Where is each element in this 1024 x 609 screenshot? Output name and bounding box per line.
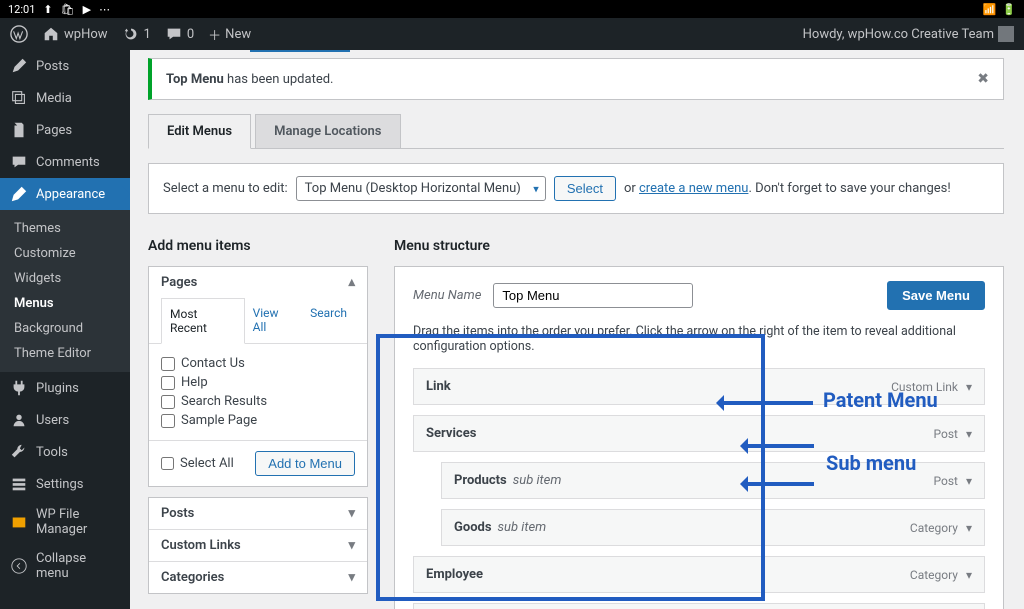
menu-structure-item[interactable]: LinkCustom Link▾ — [413, 368, 985, 405]
nav-tabs: Edit Menus Manage Locations — [148, 114, 1004, 149]
howdy-link[interactable]: Howdy, wpHow.co Creative Team — [803, 26, 1014, 42]
chevron-down-icon: ▾ — [348, 506, 355, 521]
page-checkbox-contact[interactable]: Contact Us — [161, 354, 355, 373]
appearance-submenu: Themes Customize Widgets Menus Backgroun… — [0, 210, 130, 372]
menu-structure-panel: Menu Name Save Menu Drag the items into … — [394, 266, 1004, 609]
collapsed-panels: Posts▾ Custom Links▾ Categories▾ — [148, 497, 368, 594]
menu-selector-dropdown[interactable]: Top Menu (Desktop Horizontal Menu) — [296, 176, 546, 201]
menu-structure-item[interactable]: Contact UsPage▾ — [413, 603, 985, 609]
chevron-down-icon: ▾ — [966, 474, 972, 488]
select-menu-label: Select a menu to edit: — [163, 181, 288, 196]
sidebar-item-settings[interactable]: Settings — [0, 468, 130, 500]
sidebar-item-tools[interactable]: Tools — [0, 436, 130, 468]
categories-panel-toggle[interactable]: Categories▾ — [149, 561, 367, 593]
pages-tab-most-recent[interactable]: Most Recent — [161, 298, 245, 344]
sidebar-item-pages[interactable]: Pages — [0, 114, 130, 146]
sidebar-collapse[interactable]: Collapse menu — [0, 544, 130, 588]
admin-sidebar: Posts Media Pages Comments Appearance Th… — [0, 50, 130, 609]
sidebar-item-posts[interactable]: Posts — [0, 50, 130, 82]
posts-panel-toggle[interactable]: Posts▾ — [149, 498, 367, 529]
battery-icon: 🔋 — [1002, 3, 1016, 16]
chevron-down-icon: ▾ — [966, 427, 972, 441]
content-area: Top Menu has been updated. ✖ Edit Menus … — [130, 50, 1024, 609]
tab-edit-menus[interactable]: Edit Menus — [148, 114, 251, 149]
drag-hint-text: Drag the items into the order you prefer… — [413, 324, 985, 354]
menu-structure-item[interactable]: ServicesPost▾ — [413, 415, 985, 452]
success-notice: Top Menu has been updated. ✖ — [148, 58, 1004, 100]
submenu-menus[interactable]: Menus — [0, 291, 130, 316]
menu-structure-item[interactable]: Productssub itemPost▾ — [441, 462, 985, 499]
page-checkbox-search-results[interactable]: Search Results — [161, 392, 355, 411]
avatar — [998, 26, 1014, 42]
pages-tab-search[interactable]: Search — [302, 298, 355, 343]
add-new-link[interactable]: ＋New — [208, 25, 251, 44]
save-menu-button[interactable]: Save Menu — [887, 281, 985, 310]
device-status-bar: 12:01 ⬆ 🛍 ▶ ⋯ 📶 🔋 — [0, 0, 1024, 18]
sidebar-item-appearance[interactable]: Appearance — [0, 178, 130, 210]
upload-icon: ⬆ — [43, 3, 52, 16]
menu-select-bar: Select a menu to edit: Top Menu (Desktop… — [148, 163, 1004, 214]
submenu-customize[interactable]: Customize — [0, 241, 130, 266]
sidebar-item-users[interactable]: Users — [0, 404, 130, 436]
create-menu-link[interactable]: create a new menu — [639, 181, 748, 196]
updates-link[interactable]: 1 — [122, 25, 151, 43]
wifi-icon: 📶 — [983, 3, 997, 16]
sidebar-item-wp-file-manager[interactable]: WP File Manager — [0, 500, 130, 544]
pages-panel: Pages▴ Most Recent View All Search Conta… — [148, 266, 368, 487]
sidebar-item-plugins[interactable]: Plugins — [0, 372, 130, 404]
page-checkbox-sample[interactable]: Sample Page — [161, 411, 355, 430]
wp-admin-bar: wpHow 1 0 ＋New Howdy, wpHow.co Creative … — [0, 18, 1024, 50]
submenu-widgets[interactable]: Widgets — [0, 266, 130, 291]
menu-structure-item[interactable]: Goodssub itemCategory▾ — [441, 509, 985, 546]
submenu-themes[interactable]: Themes — [0, 216, 130, 241]
chevron-down-icon: ▾ — [348, 570, 355, 585]
status-time: 12:01 — [8, 3, 35, 16]
dismiss-notice-button[interactable]: ✖ — [977, 71, 989, 87]
add-to-menu-button[interactable]: Add to Menu — [255, 451, 355, 476]
menu-name-input[interactable] — [493, 283, 693, 308]
custom-links-panel-toggle[interactable]: Custom Links▾ — [149, 529, 367, 561]
add-items-heading: Add menu items — [148, 238, 368, 254]
select-all-checkbox[interactable]: Select All — [161, 456, 234, 471]
sidebar-item-comments[interactable]: Comments — [0, 146, 130, 178]
pages-tab-view-all[interactable]: View All — [245, 298, 303, 343]
menu-name-label: Menu Name — [413, 288, 481, 303]
page-checkbox-help[interactable]: Help — [161, 373, 355, 392]
sidebar-item-media[interactable]: Media — [0, 82, 130, 114]
select-button[interactable]: Select — [554, 176, 616, 201]
submenu-background[interactable]: Background — [0, 316, 130, 341]
comments-link[interactable]: 0 — [165, 25, 194, 43]
site-home-link[interactable]: wpHow — [42, 25, 108, 43]
youtube-icon: ▶ — [83, 3, 91, 16]
menu-structure-heading: Menu structure — [394, 238, 1004, 254]
chevron-down-icon: ▾ — [966, 521, 972, 535]
submenu-theme-editor[interactable]: Theme Editor — [0, 341, 130, 366]
pages-panel-toggle[interactable]: Pages▴ — [149, 267, 367, 298]
chevron-down-icon: ▾ — [966, 380, 972, 394]
page-top-highlight — [250, 50, 350, 52]
menu-items-list: LinkCustom Link▾ ServicesPost▾ Productssub… — [413, 368, 985, 609]
menu-structure-item[interactable]: EmployeeCategory▾ — [413, 556, 985, 593]
chevron-down-icon: ▾ — [348, 538, 355, 553]
tab-manage-locations[interactable]: Manage Locations — [255, 114, 400, 148]
wp-logo-icon[interactable] — [10, 25, 28, 43]
more-icon: ⋯ — [99, 3, 110, 16]
chevron-down-icon: ▾ — [966, 568, 972, 582]
bag-icon: 🛍 — [61, 3, 75, 16]
chevron-up-icon: ▴ — [348, 275, 355, 290]
